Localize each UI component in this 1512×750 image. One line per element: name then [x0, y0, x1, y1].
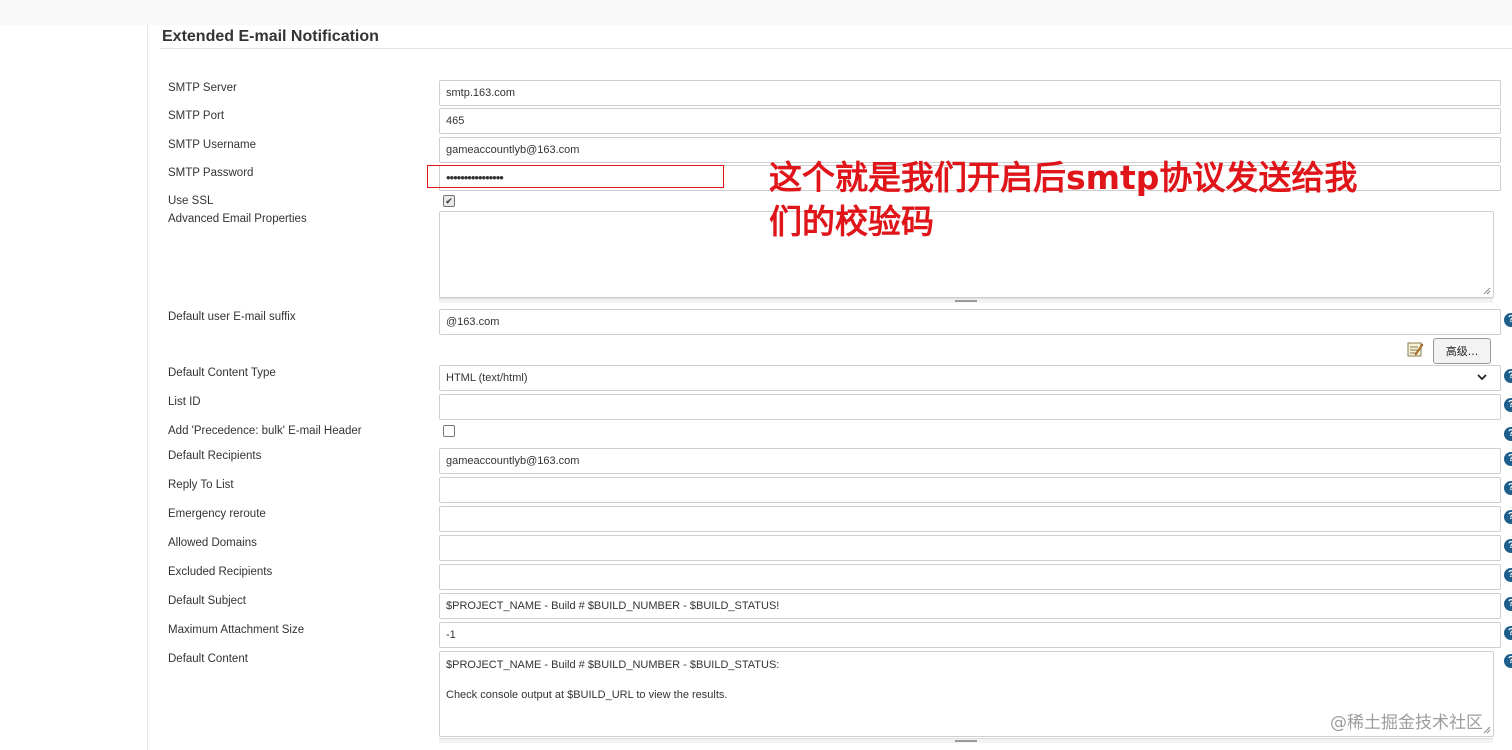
smtp-server-label: SMTP Server [168, 82, 237, 94]
use-ssl-label: Use SSL [168, 195, 214, 207]
help-icon[interactable]: ? [1504, 369, 1512, 383]
recipients-label: Default Recipients [168, 450, 262, 462]
max-attach-label: Maximum Attachment Size [168, 624, 305, 636]
textarea-grip[interactable] [439, 738, 1493, 743]
side-panel [0, 25, 148, 750]
list-id-label: List ID [168, 396, 201, 408]
subject-input[interactable]: $PROJECT_NAME - Build # $BUILD_NUMBER - … [439, 593, 1501, 619]
help-icon[interactable]: ? [1504, 654, 1512, 668]
help-icon[interactable]: ? [1504, 427, 1512, 441]
notepad-icon[interactable] [1406, 340, 1424, 358]
chevron-down-icon [1477, 374, 1487, 381]
content-type-select[interactable]: HTML (text/html) [439, 365, 1501, 391]
watermark: @稀土掘金技术社区 [1330, 713, 1483, 733]
advanced-button[interactable]: 高级... [1433, 338, 1491, 364]
help-icon[interactable]: ? [1504, 481, 1512, 495]
reply-to-input[interactable] [439, 477, 1501, 503]
smtp-server-input[interactable]: smtp.163.com [439, 80, 1501, 106]
password-highlight-box [427, 165, 724, 188]
content-label: Default Content [168, 653, 248, 665]
section-divider [160, 48, 1512, 49]
subject-label: Default Subject [168, 595, 246, 607]
smtp-port-input[interactable]: 465 [439, 108, 1501, 134]
top-bar [0, 0, 1512, 25]
allowed-domains-input[interactable] [439, 535, 1501, 561]
resize-handle-icon[interactable] [1483, 287, 1491, 295]
emergency-input[interactable] [439, 506, 1501, 532]
recipients-input[interactable]: gameaccountlyb@163.com [439, 448, 1501, 474]
excluded-label: Excluded Recipients [168, 566, 273, 578]
smtp-port-label: SMTP Port [168, 110, 225, 122]
precedence-checkbox[interactable] [443, 425, 455, 437]
help-icon[interactable]: ? [1504, 398, 1512, 412]
email-suffix-input[interactable]: @163.com [439, 309, 1501, 335]
textarea-grip[interactable] [439, 298, 1493, 303]
help-icon[interactable]: ? [1504, 568, 1512, 582]
excluded-input[interactable] [439, 564, 1501, 590]
help-icon[interactable]: ? [1504, 597, 1512, 611]
help-icon[interactable]: ? [1504, 510, 1512, 524]
list-id-input[interactable] [439, 394, 1501, 420]
content-type-label: Default Content Type [168, 367, 276, 379]
help-icon[interactable]: ? [1504, 313, 1512, 327]
reply-to-label: Reply To List [168, 479, 234, 491]
emergency-label: Emergency reroute [168, 508, 266, 520]
use-ssl-checkbox[interactable]: ✔ [443, 195, 455, 207]
help-icon[interactable]: ? [1504, 452, 1512, 466]
checkmark-icon: ✔ [445, 196, 453, 206]
advanced-props-label: Advanced Email Properties [168, 213, 307, 225]
section-title: Extended E-mail Notification [162, 28, 379, 45]
max-attach-input[interactable]: -1 [439, 622, 1501, 648]
annotation-text: 这个就是我们开启后smtp协议发送给我们的校验码 [769, 158, 1358, 241]
resize-handle-icon[interactable] [1483, 726, 1491, 734]
smtp-password-label: SMTP Password [168, 167, 254, 179]
email-suffix-label: Default user E-mail suffix [168, 311, 296, 323]
help-icon[interactable]: ? [1504, 539, 1512, 553]
smtp-username-label: SMTP Username [168, 139, 256, 151]
precedence-label: Add 'Precedence: bulk' E-mail Header [168, 425, 362, 437]
allowed-domains-label: Allowed Domains [168, 537, 257, 549]
help-icon[interactable]: ? [1504, 626, 1512, 640]
